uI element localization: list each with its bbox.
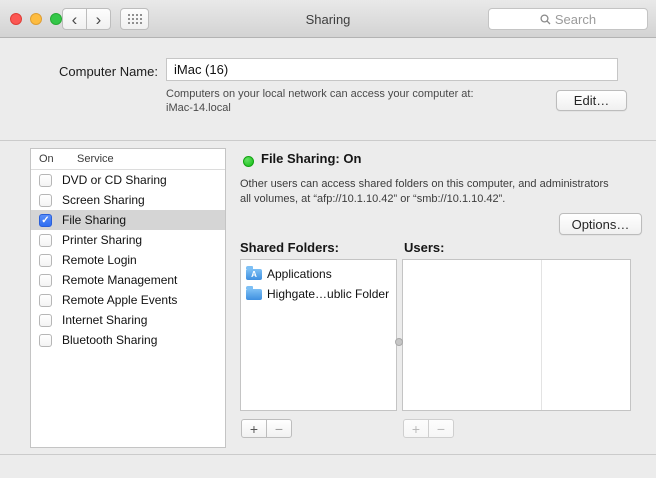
edit-button[interactable]: Edit… <box>556 90 627 111</box>
search-placeholder: Search <box>554 11 597 27</box>
service-checkbox[interactable] <box>39 233 52 247</box>
service-checkbox[interactable] <box>39 273 52 287</box>
service-row[interactable]: DVD or CD Sharing <box>31 170 225 190</box>
access-note-line2: iMac-14.local <box>166 102 231 114</box>
service-checkbox[interactable] <box>39 213 52 227</box>
shared-folders-label: Shared Folders: <box>240 240 339 255</box>
service-checkbox[interactable] <box>39 313 52 327</box>
users-label: Users: <box>404 240 445 255</box>
service-label: DVD or CD Sharing <box>62 173 167 187</box>
list-splitter-handle[interactable] <box>395 338 403 346</box>
search-icon <box>540 13 551 24</box>
remove-user-button[interactable]: − <box>428 419 454 438</box>
search-input[interactable]: Search <box>488 8 648 30</box>
service-checkbox[interactable] <box>39 253 52 267</box>
service-row[interactable]: Internet Sharing <box>31 310 225 330</box>
service-label: Printer Sharing <box>62 233 143 247</box>
service-row[interactable]: Remote Management <box>31 270 225 290</box>
service-label: Internet Sharing <box>62 313 148 327</box>
status-title: File Sharing: On <box>261 151 362 166</box>
users-column-divider <box>541 260 542 410</box>
service-checkbox[interactable] <box>39 193 52 207</box>
service-row[interactable]: Screen Sharing <box>31 190 225 210</box>
users-list[interactable] <box>402 259 631 411</box>
access-note-line1: Computers on your local network can acce… <box>166 88 474 100</box>
shared-folders-list[interactable]: A Applications Highgate…ublic Folder <box>240 259 397 411</box>
service-row[interactable]: Printer Sharing <box>31 230 225 250</box>
detail-description-line2: all volumes, at “afp://10.1.10.42” or “s… <box>240 193 506 205</box>
service-row[interactable]: File Sharing <box>31 210 225 230</box>
service-row[interactable]: Remote Apple Events <box>31 290 225 310</box>
service-label: Remote Login <box>62 253 137 267</box>
section-divider-top <box>0 140 656 141</box>
shared-folder-name: Applications <box>267 267 332 281</box>
options-button[interactable]: Options… <box>559 213 642 235</box>
column-header-service: Service <box>77 153 114 165</box>
remove-shared-folder-button[interactable]: − <box>266 419 292 438</box>
titlebar: ‹ › Sharing Search <box>0 0 656 38</box>
shared-folders-add-remove-group: + − <box>241 419 292 438</box>
public-folder-icon <box>246 286 262 300</box>
add-shared-folder-button[interactable]: + <box>241 419 267 438</box>
service-label: Remote Management <box>62 273 178 287</box>
service-label: Screen Sharing <box>62 193 145 207</box>
applications-folder-icon: A <box>246 266 262 280</box>
computer-name-label: Computer Name: <box>59 64 158 79</box>
add-user-button[interactable]: + <box>403 419 429 438</box>
service-label: Bluetooth Sharing <box>62 333 158 347</box>
service-checkbox[interactable] <box>39 333 52 347</box>
detail-description-line1: Other users can access shared folders on… <box>240 178 609 190</box>
section-divider-bottom <box>0 454 656 455</box>
users-add-remove-group: + − <box>403 419 454 438</box>
service-label: File Sharing <box>62 213 127 227</box>
shared-folder-item[interactable]: A Applications <box>241 264 396 284</box>
computer-name-field[interactable] <box>166 58 618 81</box>
service-row[interactable]: Remote Login <box>31 250 225 270</box>
sharing-preferences-window: { "colors": { "accent_blue": "#2f6ef2", … <box>0 0 656 478</box>
service-list-header: On Service <box>31 149 225 170</box>
status-on-indicator <box>243 156 254 167</box>
service-checkbox[interactable] <box>39 173 52 187</box>
shared-folder-item[interactable]: Highgate…ublic Folder <box>241 284 396 304</box>
service-list: On Service DVD or CD Sharing Screen Shar… <box>30 148 226 448</box>
service-checkbox[interactable] <box>39 293 52 307</box>
service-row[interactable]: Bluetooth Sharing <box>31 330 225 350</box>
shared-folder-name: Highgate…ublic Folder <box>267 287 390 301</box>
column-header-on: On <box>39 153 54 165</box>
service-label: Remote Apple Events <box>62 293 178 307</box>
